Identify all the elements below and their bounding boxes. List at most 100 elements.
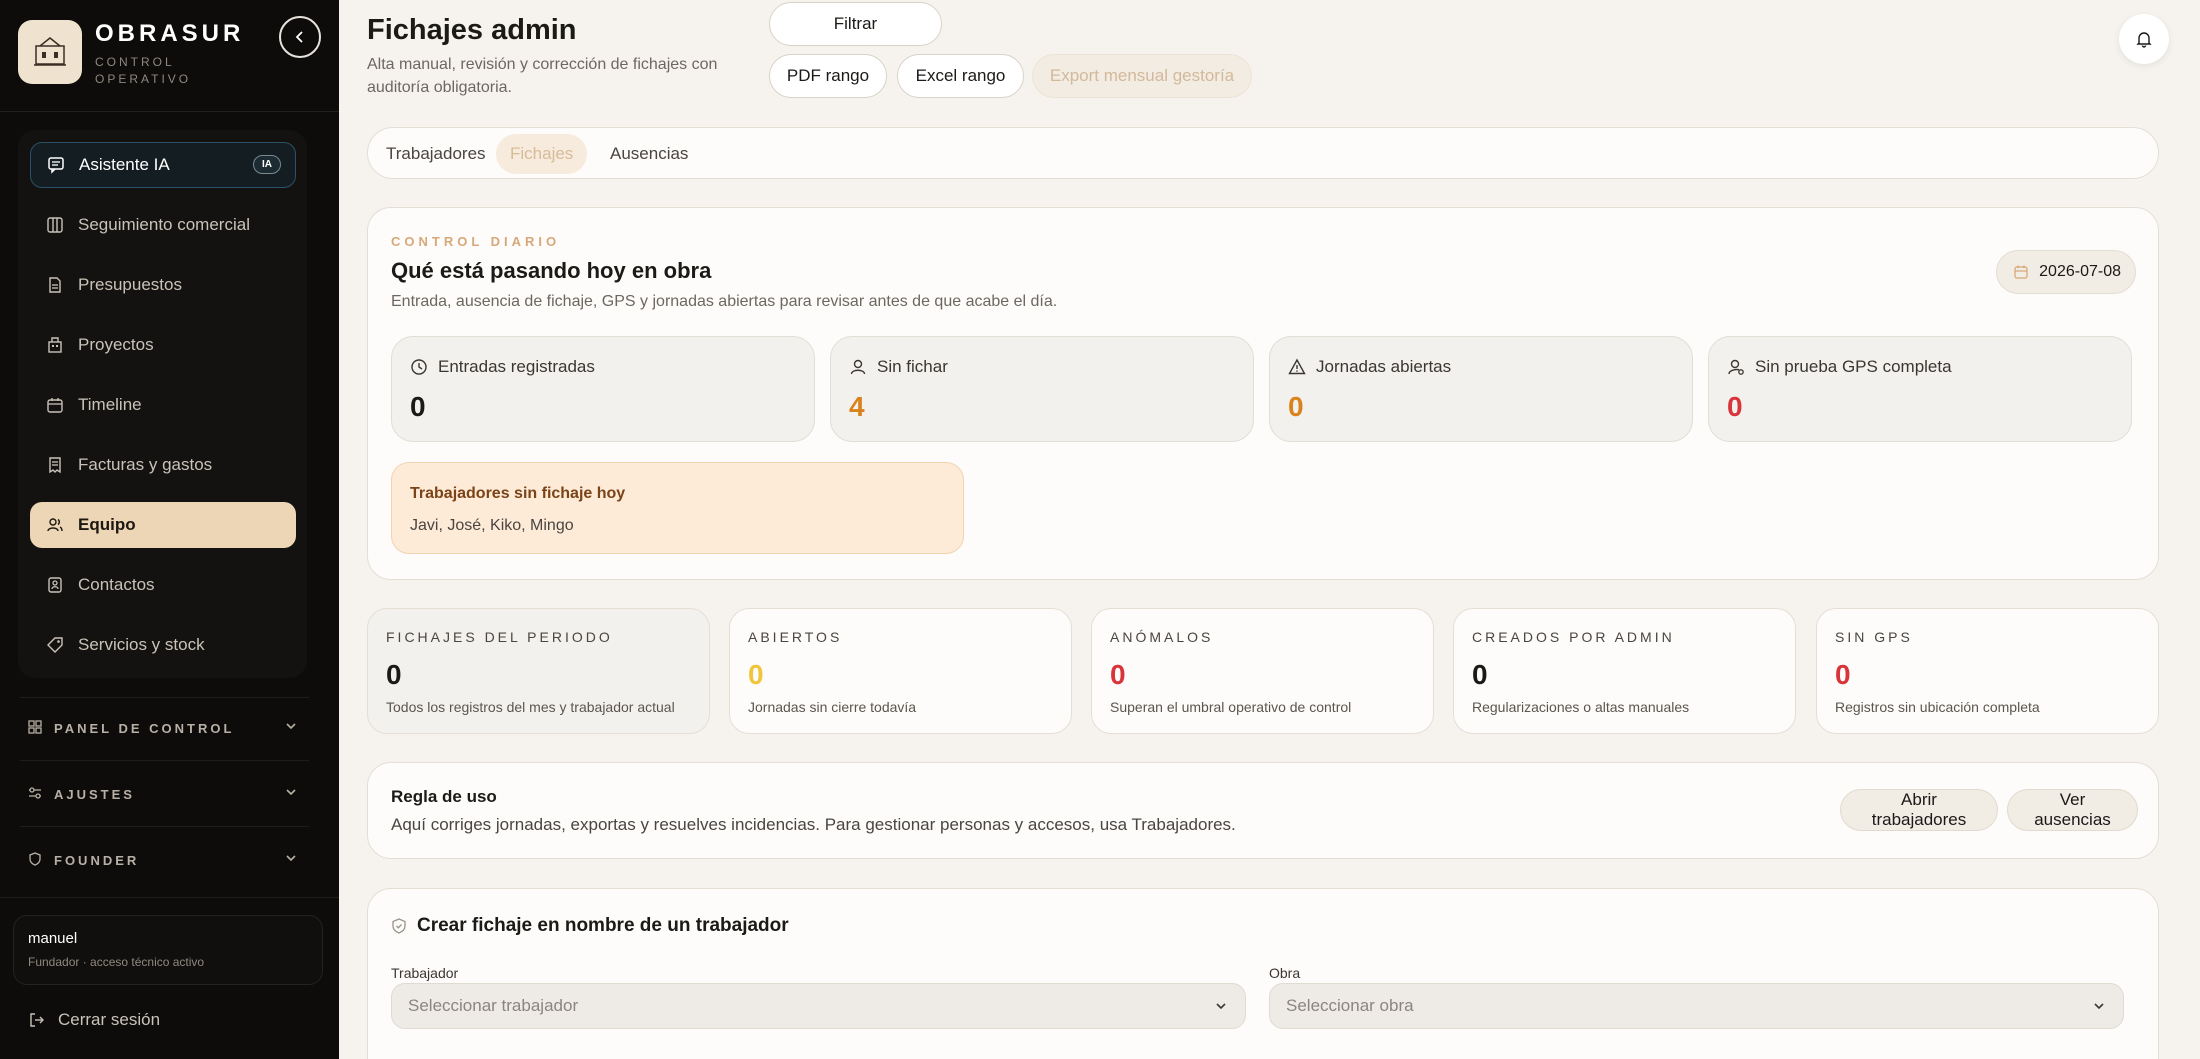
site-label: Obra [1269, 965, 1301, 981]
sidebar-item-servicios-y-stock[interactable]: Servicios y stock [30, 622, 296, 668]
users-icon [46, 516, 64, 534]
kpi-abiertos: ABIERTOS 0 Jornadas sin cierre todavía [729, 608, 1072, 734]
kpi-creados-por-admin: CREADOS POR ADMIN 0 Regularizaciones o a… [1453, 608, 1796, 734]
tag-icon [46, 636, 64, 654]
stat-label-row: Sin prueba GPS completa [1727, 357, 1952, 377]
page-subtitle: Alta manual, revisión y corrección de fi… [367, 56, 718, 96]
tab-bar: Trabajadores Fichajes Ausencias [367, 127, 2159, 179]
sidebar-item-presupuestos[interactable]: Presupuestos [30, 262, 296, 308]
kpi-value: 0 [748, 659, 764, 690]
columns-icon [46, 216, 64, 234]
sidebar-item-label: Contactos [78, 575, 155, 594]
user-card[interactable]: manuel Fundador · acceso técnico activo [13, 915, 323, 985]
warning-icon [1288, 358, 1306, 375]
site-select[interactable]: Seleccionar obra [1269, 983, 2124, 1029]
clock-icon [411, 359, 427, 375]
stat-value: 0 [410, 391, 426, 422]
kpi-sin-gps: SIN GPS 0 Registros sin ubicación comple… [1816, 608, 2159, 734]
excel-range-button[interactable]: Excel rango [897, 54, 1024, 98]
worker-select-placeholder: Seleccionar trabajador [408, 996, 579, 1015]
sidebar-nav: Asistente IA IA Seguimiento comercial Pr… [18, 130, 307, 678]
alert-workers: Javi, José, Kiko, Mingo [410, 517, 574, 534]
location-user-icon [1728, 359, 1744, 375]
brand-name: OBRASUR [95, 20, 245, 47]
calendar-icon [46, 396, 64, 414]
sidebar-item-label: Asistente IA [79, 155, 170, 174]
section-panel-de-control[interactable]: PANEL DE CONTROL [28, 717, 298, 739]
rule-text: Aquí corriges jornadas, exportas y resue… [391, 815, 1236, 834]
sidebar-item-label: Proyectos [78, 335, 154, 354]
sidebar-item-label: Facturas y gastos [78, 455, 213, 474]
main-content: Fichajes admin Alta manual, revisión y c… [339, 0, 2200, 1059]
collapse-sidebar-button[interactable] [279, 16, 321, 58]
sidebar-item-label: Seguimiento comercial [78, 215, 250, 234]
usage-rule-card: Regla de uso Aquí corriges jornadas, exp… [367, 762, 2159, 859]
view-absences-button[interactable]: Ver ausencias [2007, 789, 2138, 831]
create-clockin-card: Crear fichaje en nombre de un trabajador… [367, 888, 2159, 1059]
chevron-down-icon [286, 789, 296, 796]
sidebar-item-proyectos[interactable]: Proyectos [30, 322, 296, 368]
section-label: FOUNDER [54, 852, 140, 868]
sidebar-item-asistente-ia[interactable]: Asistente IA IA [30, 142, 296, 188]
logout-button[interactable]: Cerrar sesión [28, 1010, 160, 1030]
kpi-anomalos: ANÓMALOS 0 Superan el umbral operativo d… [1091, 608, 1434, 734]
grid-icon [28, 720, 44, 736]
date-picker[interactable]: 2026-07-08 [1996, 250, 2136, 294]
alert-title: Trabajadores sin fichaje hoy [410, 485, 626, 502]
stat-label-row: Entradas registradas [410, 357, 595, 377]
stat-label-row: Sin fichar [849, 357, 948, 377]
tab-ausencias[interactable]: Ausencias [596, 134, 702, 174]
pdf-range-button[interactable]: PDF rango [769, 54, 887, 98]
sidebar-item-seguimiento-comercial[interactable]: Seguimiento comercial [30, 202, 296, 248]
sidebar-item-contactos[interactable]: Contactos [30, 562, 296, 608]
chevron-left-icon [295, 31, 303, 43]
kpi-label: ABIERTOS [748, 629, 843, 645]
kpi-note: Superan el umbral operativo de control [1110, 699, 1352, 715]
chevron-down-icon [286, 855, 296, 862]
site-select-placeholder: Seleccionar obra [1286, 996, 1414, 1015]
building-icon [46, 336, 64, 354]
logout-icon [30, 1013, 44, 1027]
sidebar-divider [0, 111, 339, 112]
calendar-icon [2014, 265, 2028, 279]
sidebar-item-label: Timeline [78, 395, 142, 414]
page-title: Fichajes admin [367, 14, 577, 46]
sidebar-divider [20, 826, 309, 827]
stat-jornadas-abiertas: Jornadas abiertas 0 [1269, 336, 1693, 442]
stat-label: Sin fichar [877, 357, 948, 376]
stat-entradas-registradas: Entradas registradas 0 [391, 336, 815, 442]
shield-icon [28, 852, 44, 868]
kpi-label: SIN GPS [1835, 629, 1913, 645]
kpi-fichajes-del-periodo: FICHAJES DEL PERIODO 0 Todos los registr… [367, 608, 710, 734]
kpi-label: FICHAJES DEL PERIODO [386, 629, 613, 645]
sidebar-item-equipo[interactable]: Equipo [30, 502, 296, 548]
form-title: Crear fichaje en nombre de un trabajador [417, 915, 789, 936]
tab-fichajes[interactable]: Fichajes [496, 134, 588, 174]
brand-logo [18, 20, 82, 84]
stat-sin-fichar: Sin fichar 4 [830, 336, 1254, 442]
export-monthly-button[interactable]: Export mensual gestoría [1032, 54, 1252, 98]
section-ajustes[interactable]: AJUSTES [28, 783, 298, 805]
section-founder[interactable]: FOUNDER [28, 849, 298, 871]
filter-button[interactable]: Filtrar [769, 2, 942, 46]
sidebar-item-label: Presupuestos [78, 275, 182, 294]
building-logo-icon [34, 37, 66, 66]
daily-eyebrow: CONTROL DIARIO [391, 234, 561, 249]
section-label: PANEL DE CONTROL [54, 720, 235, 736]
stat-label: Jornadas abiertas [1316, 357, 1452, 376]
missing-clockin-alert: Trabajadores sin fichaje hoy Javi, José,… [391, 462, 964, 554]
stat-value: 0 [1288, 391, 1304, 422]
logout-label: Cerrar sesión [58, 1010, 161, 1029]
sidebar-item-timeline[interactable]: Timeline [30, 382, 296, 428]
tab-trabajadores[interactable]: Trabajadores [372, 134, 500, 174]
open-workers-button[interactable]: Abrir trabajadores [1840, 789, 1998, 831]
stat-value: 0 [1727, 391, 1743, 422]
receipt-icon [46, 456, 64, 474]
sidebar-item-facturas-y-gastos[interactable]: Facturas y gastos [30, 442, 296, 488]
notifications-button[interactable] [2119, 14, 2169, 64]
kpi-value: 0 [1835, 659, 1851, 690]
sidebar-item-label: Equipo [78, 515, 136, 534]
form-title-row: Crear fichaje en nombre de un trabajador [391, 915, 789, 937]
kpi-value: 0 [1110, 659, 1126, 690]
worker-select[interactable]: Seleccionar trabajador [391, 983, 1246, 1029]
